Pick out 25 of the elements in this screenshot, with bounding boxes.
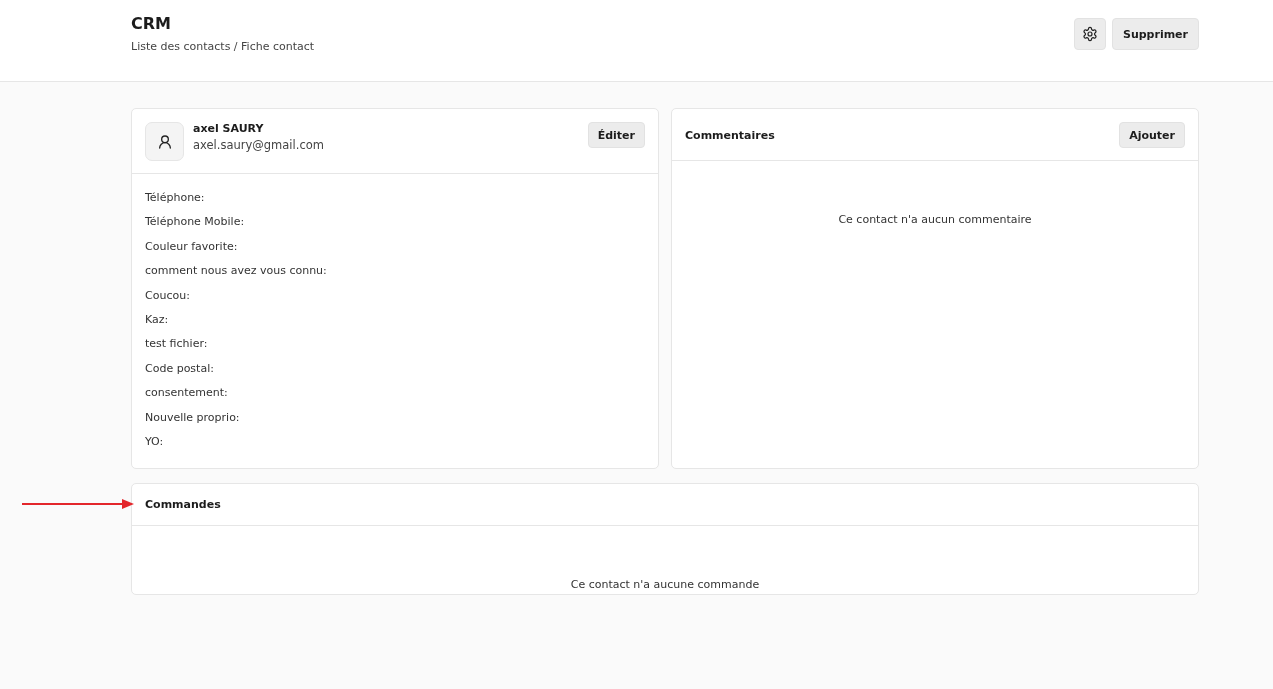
field-label: comment nous avez vous connu: xyxy=(145,263,328,280)
field-label: Téléphone: xyxy=(145,190,206,206)
field-label: test fichier: xyxy=(145,336,209,353)
comments-title: Commentaires xyxy=(685,128,775,142)
add-button[interactable]: Ajouter xyxy=(1119,122,1185,148)
field-label: Nouvelle proprio: xyxy=(145,409,241,426)
settings-icon xyxy=(1081,26,1098,42)
orders-title: Commandes xyxy=(145,498,221,512)
contact-email: axel.saury@gmail.com xyxy=(193,138,325,152)
delete-button[interactable]: Supprimer xyxy=(1111,18,1199,50)
empty-message: Ce contact n'a aucun commentaire xyxy=(837,212,1033,226)
contact-name: axel SAURY xyxy=(193,122,265,136)
breadcrumb: Liste des contacts / Fiche contact xyxy=(131,40,315,53)
field-label: consentement: xyxy=(145,385,229,402)
field-label: Téléphone Mobile: xyxy=(145,214,246,231)
page-title: CRM xyxy=(131,14,172,34)
field-label: Code postal: xyxy=(145,360,215,377)
field-label: Kaz: xyxy=(145,311,170,328)
edit-button[interactable]: Éditer xyxy=(587,122,645,148)
field-label: Coucou: xyxy=(145,287,191,304)
empty-message: Ce contact n'a aucune commande xyxy=(569,577,761,594)
settings-button[interactable] xyxy=(1073,18,1106,50)
field-label: Couleur favorite: xyxy=(145,238,239,255)
user-icon xyxy=(156,133,173,150)
field-label: YO: xyxy=(145,433,165,450)
